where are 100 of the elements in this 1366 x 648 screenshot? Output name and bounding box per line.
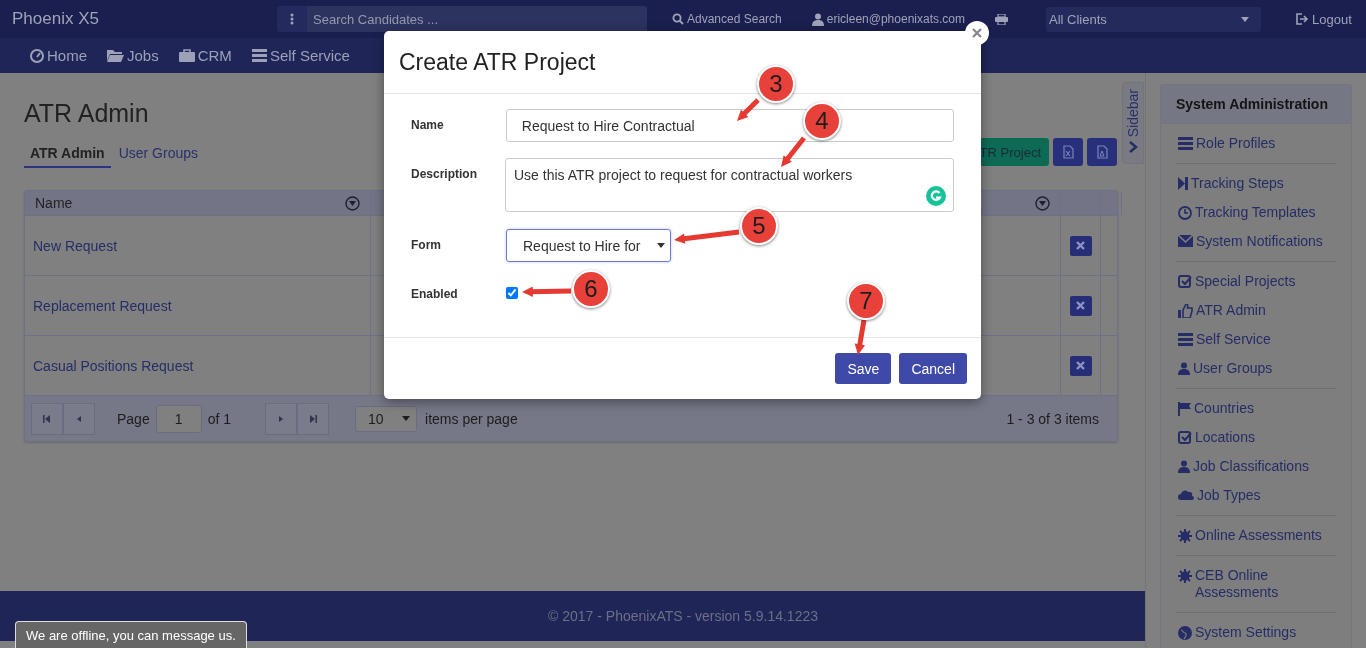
list-icon	[251, 49, 267, 62]
dialog-button[interactable]: Save	[835, 353, 892, 384]
form-select[interactable]: Request to Hire for	[506, 229, 671, 262]
briefcase-icon	[178, 49, 195, 62]
last-page-button[interactable]	[297, 402, 330, 435]
description-field[interactable]: Use this ATR project to request for contractual workers	[505, 158, 954, 212]
pointer-arrow	[674, 229, 740, 244]
sidebar-link[interactable]: CEB Online Assessments	[1176, 561, 1336, 607]
clock-icon	[1178, 206, 1192, 220]
pdf-file-icon	[1096, 145, 1108, 159]
pointer-arrow	[737, 98, 760, 121]
sidebar-link[interactable]: Self Service	[1176, 325, 1336, 354]
user-link[interactable]: ericleen@phoenixats.com	[811, 12, 965, 26]
delete-button[interactable]	[1069, 355, 1092, 376]
checkbox-icon	[1178, 275, 1192, 289]
folder-icon	[107, 49, 124, 62]
logout-link[interactable]: Logout	[1296, 11, 1352, 27]
search-field[interactable]: Search Candidates ...	[307, 6, 647, 32]
filter-icon[interactable]	[1035, 195, 1050, 211]
gear-icon	[1178, 569, 1192, 583]
row-link[interactable]: Replacement Request	[25, 297, 172, 314]
item-count: 1 - 3 of 3 items	[1006, 410, 1099, 427]
filter-icon[interactable]	[345, 195, 360, 211]
sidebar-link[interactable]: Job Classifications	[1176, 452, 1336, 481]
page-label: Page	[117, 410, 150, 427]
user-icon	[1178, 460, 1190, 473]
enabled-checkbox[interactable]	[506, 287, 518, 299]
user-icon	[811, 12, 824, 26]
gauge-icon	[30, 48, 44, 63]
sidebar-link[interactable]: Tracking Steps	[1176, 169, 1336, 198]
pointer-arrow	[522, 286, 572, 297]
caret-icon	[1241, 16, 1249, 22]
sidebar-toggle[interactable]: Sidebar	[1122, 82, 1144, 164]
add-project-button[interactable]: TR Project	[979, 138, 1049, 166]
user-icon	[1178, 362, 1190, 375]
pdf-export-button[interactable]	[1087, 138, 1117, 166]
more-icon[interactable]	[290, 13, 294, 25]
delete-button[interactable]	[1069, 235, 1092, 256]
client-select[interactable]: All Clients	[1046, 6, 1261, 32]
sidebar-link[interactable]: Countries	[1176, 394, 1336, 423]
sidebar-link[interactable]: Locations	[1176, 423, 1336, 452]
page-input[interactable]: 1	[155, 404, 202, 433]
page-size-label: items per page	[425, 410, 518, 427]
nav-link[interactable]: Home	[30, 47, 87, 64]
excel-export-button[interactable]	[1053, 138, 1083, 166]
close-icon	[972, 28, 982, 38]
sidebar-link[interactable]: Job Types	[1176, 481, 1336, 510]
chevron-right-icon[interactable]	[1128, 141, 1138, 154]
thumbs-up-icon	[1178, 304, 1193, 318]
row-link[interactable]: New Request	[25, 237, 118, 254]
cloud-icon	[1178, 489, 1194, 500]
app-title: Phoenix X5	[12, 9, 100, 29]
field-label: Form	[411, 237, 442, 252]
envelope-icon	[1178, 235, 1193, 247]
last-icon	[309, 414, 318, 423]
grammar-check-icon[interactable]	[926, 186, 946, 206]
sidebar-link[interactable]: User Groups	[1176, 354, 1336, 383]
printer-icon[interactable]	[995, 13, 1008, 25]
step-forward-icon	[1178, 177, 1188, 190]
search-icon	[672, 13, 684, 25]
field-label: Description	[411, 166, 478, 181]
panel-title: System Administration	[1176, 96, 1328, 112]
sidebar-link[interactable]: Role Profiles	[1176, 129, 1336, 158]
logout-icon	[1296, 13, 1309, 25]
first-icon	[43, 414, 51, 423]
nav-link[interactable]: CRM	[178, 47, 232, 64]
close-icon	[1076, 361, 1085, 370]
first-page-button[interactable]	[31, 402, 63, 435]
delete-button[interactable]	[1069, 295, 1092, 316]
close-icon	[1076, 241, 1085, 250]
tab[interactable]: ATR Admin	[24, 142, 111, 168]
globe-icon	[1178, 626, 1192, 640]
field-label: Enabled	[411, 286, 459, 301]
tab[interactable]: User Groups	[112, 142, 204, 168]
close-icon	[1076, 301, 1085, 310]
sidebar-link[interactable]: Tracking Templates	[1176, 198, 1336, 227]
page-count: of 1	[207, 410, 232, 427]
page-size-select[interactable]: 10	[355, 405, 418, 432]
row-link[interactable]: Casual Positions Request	[25, 357, 194, 374]
sidebar-link[interactable]: ATR Admin	[1176, 296, 1336, 325]
list-icon	[1178, 137, 1193, 150]
sidebar-link[interactable]: System Settings	[1176, 618, 1336, 647]
caret-icon	[402, 416, 411, 421]
pointer-arrow	[854, 319, 867, 355]
nav-link[interactable]: Jobs	[107, 47, 159, 64]
dialog-button[interactable]: Cancel	[899, 353, 967, 384]
caret-icon	[657, 243, 665, 248]
spreadsheet-file-icon	[1062, 145, 1074, 159]
column-header: Name	[35, 195, 73, 211]
flag-icon	[1178, 402, 1191, 416]
checkbox-icon	[1178, 431, 1192, 445]
nav-link[interactable]: Self Service	[251, 47, 350, 64]
prev-icon	[75, 414, 83, 423]
sidebar-link[interactable]: System Notifications	[1176, 227, 1336, 256]
advanced-search-link[interactable]: Advanced Search	[672, 12, 782, 26]
field-label: Name	[411, 117, 445, 132]
page-title: ATR Admin	[24, 99, 149, 127]
copyright-text: © 2017 - PhoenixATS - version 5.9.14.1223	[548, 608, 818, 624]
sidebar-link[interactable]: Online Assessments	[1176, 521, 1336, 550]
sidebar-link[interactable]: Special Projects	[1176, 267, 1336, 296]
